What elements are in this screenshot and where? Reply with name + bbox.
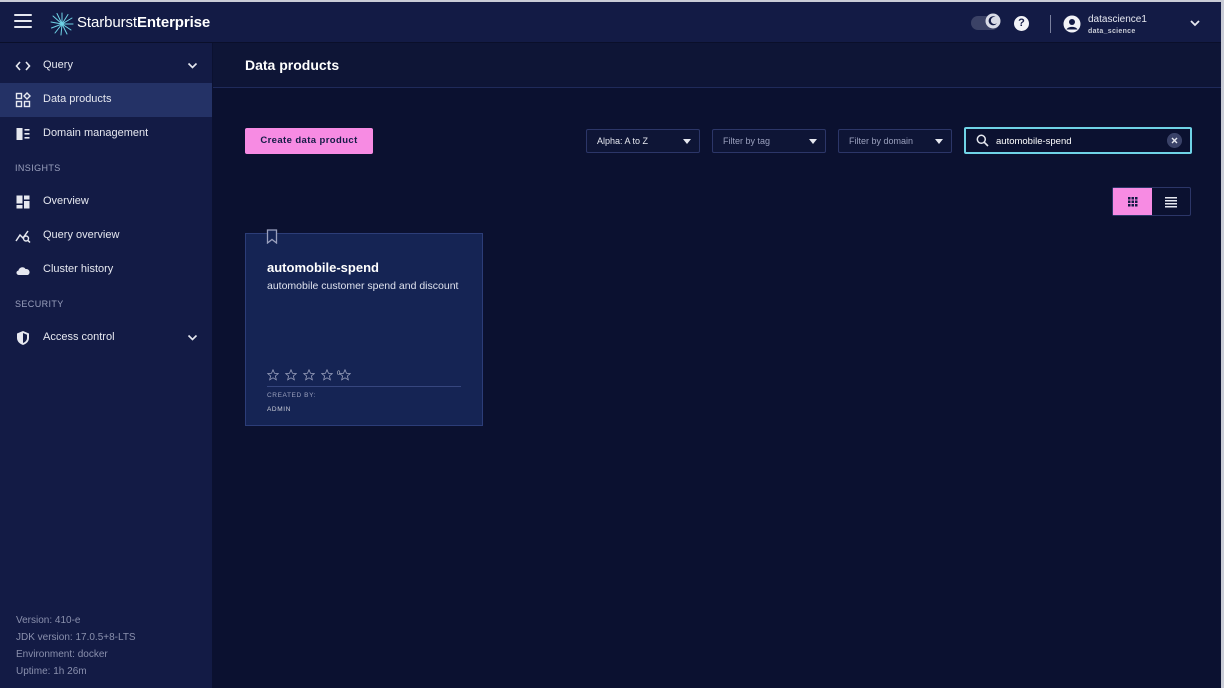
card-description: automobile customer spend and discount: [267, 280, 459, 292]
card-title: automobile-spend: [267, 260, 379, 275]
hamburger-menu-icon[interactable]: [14, 14, 32, 30]
page-title: Data products: [245, 57, 340, 73]
sidebar-item-cluster-history[interactable]: Cluster history: [0, 253, 212, 287]
user-role: data_science: [1088, 28, 1136, 35]
grid-icon: [1128, 197, 1138, 207]
chevron-down-icon[interactable]: [187, 61, 198, 70]
main-content: Data products Create data product Alpha:…: [213, 43, 1221, 688]
data-products-icon: [15, 92, 31, 108]
page-header: Data products: [213, 43, 1221, 88]
sidebar-item-overview[interactable]: Overview: [0, 185, 212, 219]
domain-filter-select[interactable]: Filter by domain: [838, 129, 952, 153]
bookmark-icon[interactable]: [266, 229, 278, 244]
sidebar-item-query-overview[interactable]: Query overview: [0, 219, 212, 253]
version-text: Version: 410-e: [16, 615, 81, 626]
domain-filter-placeholder: Filter by domain: [849, 136, 914, 146]
query-chart-icon: [15, 230, 31, 244]
tag-filter-select[interactable]: Filter by tag: [712, 129, 826, 153]
grid-view-button[interactable]: [1113, 188, 1152, 215]
created-by-label: CREATED BY:: [267, 392, 317, 399]
version-info: Version: 410-e JDK version: 17.0.5+8-LTS…: [16, 612, 136, 680]
sort-select[interactable]: Alpha: A to Z: [586, 129, 700, 153]
data-product-card[interactable]: automobile-spend automobile customer spe…: [245, 229, 483, 426]
sort-select-value: Alpha: A to Z: [597, 136, 649, 146]
starburst-logo-icon: [50, 12, 74, 36]
help-icon[interactable]: ?: [1014, 16, 1029, 31]
sidebar-item-label: Cluster history: [43, 263, 114, 275]
environment-text: Environment: docker: [16, 649, 108, 660]
sidebar-item-domain-management[interactable]: Domain management: [0, 117, 212, 151]
top-bar: StarburstEnterprise ? datascience1 data_…: [0, 2, 1221, 43]
star-icon[interactable]: [302, 369, 315, 381]
caret-down-icon: [683, 139, 691, 144]
sidebar-item-label: Query overview: [43, 229, 120, 241]
sidebar-item-label: Domain management: [43, 127, 149, 139]
section-label-security: SECURITY: [15, 299, 64, 309]
star-icon[interactable]: [320, 369, 333, 381]
divider: [1050, 15, 1051, 33]
sidebar-item-label: Data products: [43, 93, 112, 105]
sidebar: Query Data products Domain management IN…: [0, 43, 212, 688]
star-icon[interactable]: [284, 369, 297, 381]
search-box: [964, 127, 1192, 154]
uptime-text: Uptime: 1h 26m: [16, 666, 87, 677]
star-icon[interactable]: [338, 369, 351, 381]
rating-count: 0: [337, 371, 341, 377]
jdk-version-text: JDK version: 17.0.5+8-LTS: [16, 632, 136, 643]
list-view-button[interactable]: [1152, 188, 1190, 215]
caret-down-icon: [809, 139, 817, 144]
create-data-product-button[interactable]: Create data product: [245, 128, 373, 154]
view-mode-toggle: [1112, 187, 1191, 216]
domain-management-icon: [16, 128, 30, 140]
sidebar-item-label: Overview: [43, 195, 89, 207]
search-input[interactable]: [996, 133, 1166, 149]
dashboard-icon: [16, 195, 30, 209]
clear-search-icon[interactable]: [1167, 133, 1182, 148]
shield-icon: [17, 331, 29, 345]
sidebar-item-query[interactable]: Query: [0, 49, 212, 83]
list-icon: [1165, 197, 1177, 208]
tag-filter-placeholder: Filter by tag: [723, 136, 771, 146]
divider: [267, 386, 461, 387]
code-brackets-icon: [15, 61, 31, 71]
brand-name: StarburstEnterprise: [77, 14, 211, 31]
sidebar-item-data-products[interactable]: Data products: [0, 83, 212, 117]
chevron-down-icon[interactable]: [187, 333, 198, 342]
dark-mode-toggle[interactable]: [971, 13, 1001, 30]
cloud-icon: [16, 267, 30, 275]
moon-icon: [985, 13, 1001, 29]
sidebar-item-label: Access control: [43, 331, 115, 343]
user-name: datascience1: [1088, 14, 1147, 25]
caret-down-icon: [935, 139, 943, 144]
section-label-insights: INSIGHTS: [15, 163, 61, 173]
star-icon[interactable]: [267, 369, 279, 381]
user-avatar-icon[interactable]: [1063, 15, 1081, 33]
sidebar-item-access-control[interactable]: Access control: [0, 321, 212, 355]
chevron-down-icon[interactable]: [1189, 18, 1201, 28]
sidebar-item-label: Query: [43, 59, 73, 71]
search-icon: [976, 134, 989, 147]
created-by-value: ADMIN: [267, 406, 291, 413]
